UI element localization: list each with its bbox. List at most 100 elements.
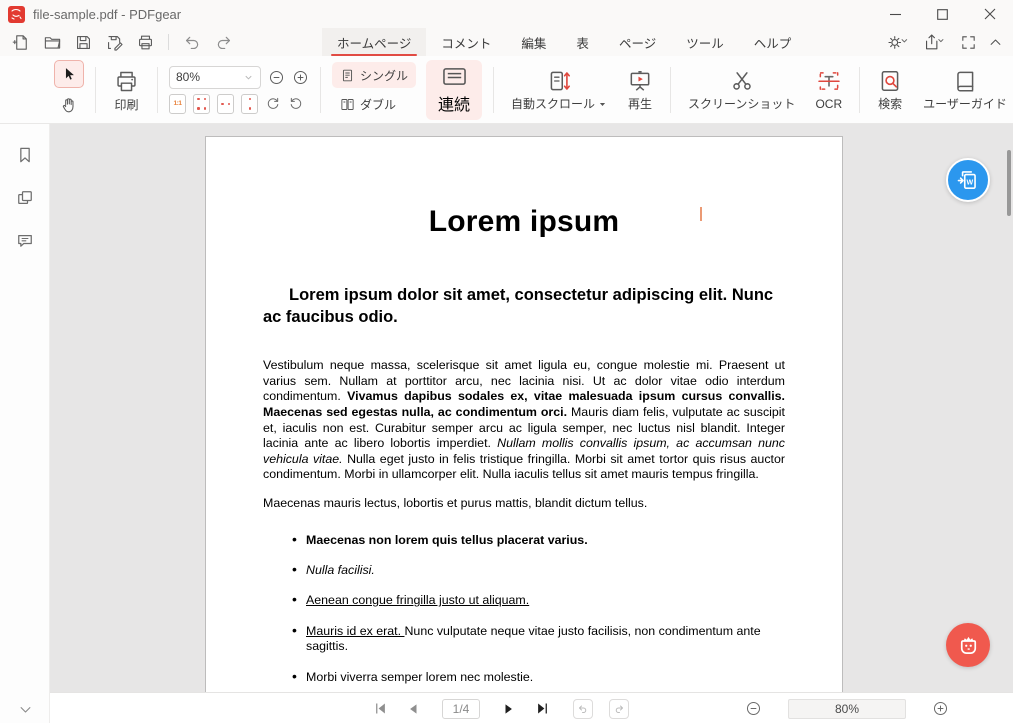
redo-button[interactable] (212, 31, 234, 53)
sidebar-collapse-button[interactable] (0, 702, 50, 717)
close-button[interactable] (966, 0, 1013, 28)
doc-subtitle: Lorem ipsum dolor sit amet, consectetur … (263, 284, 785, 328)
fullscreen-button[interactable] (958, 30, 979, 54)
tab-edit[interactable]: 編集 (506, 28, 561, 56)
convert-to-word-fab[interactable]: W (946, 158, 990, 202)
two-page-label: ダブル (360, 96, 396, 113)
bullet-item: Nulla facilisi. (263, 563, 785, 578)
previous-view-button[interactable] (573, 699, 593, 719)
divider (320, 67, 321, 113)
ocr-button[interactable]: OCR (809, 66, 848, 113)
zoom-level-value: 80% (176, 70, 200, 84)
next-view-button[interactable] (609, 699, 629, 719)
screenshot-button[interactable]: スクリーンショット (682, 66, 801, 113)
ribbon-tabs: ホームページ コメント 編集 表 ページ ツール ヘルプ (322, 28, 806, 56)
play-button[interactable]: 再生 (621, 66, 659, 113)
titlebar: file-sample.pdf - PDFgear (0, 0, 1013, 28)
doc-paragraph-1: Vestibulum neque massa, scelerisque sit … (263, 358, 785, 483)
rotate-right-button[interactable] (265, 96, 281, 112)
open-file-button[interactable] (41, 31, 63, 53)
first-page-button[interactable] (370, 698, 390, 720)
ocr-label: OCR (815, 97, 842, 111)
divider (859, 67, 860, 113)
pdf-page: Lorem ipsum Lorem ipsum dolor sit amet, … (205, 136, 843, 692)
undo-button[interactable] (181, 31, 203, 53)
zoom-in-button[interactable] (292, 69, 309, 86)
tab-tools[interactable]: ツール (671, 28, 739, 56)
divider (670, 67, 671, 113)
tab-help[interactable]: ヘルプ (739, 28, 807, 56)
toolbar: 印刷 80% 1:1 (0, 56, 1013, 124)
bottom-bar: 1/4 80% (50, 692, 1013, 723)
auto-scroll-label: 自動スクロール (511, 97, 595, 111)
comments-panel-button[interactable] (13, 229, 37, 253)
menu-row: ホームページ コメント 編集 表 ページ ツール ヘルプ (0, 28, 1013, 56)
prev-page-button[interactable] (403, 698, 423, 720)
search-button[interactable]: 検索 (871, 66, 909, 113)
last-page-button[interactable] (532, 698, 552, 720)
ai-assistant-fab[interactable] (946, 623, 990, 667)
bullet-item: Mauris id ex erat. Nunc vulputate neque … (263, 624, 785, 655)
search-label: 検索 (878, 97, 902, 111)
save-as-button[interactable] (103, 31, 125, 53)
save-button[interactable] (72, 31, 94, 53)
next-page-button[interactable] (499, 698, 519, 720)
sidebar (0, 124, 50, 723)
actual-size-button[interactable]: 1:1 (169, 94, 186, 114)
page-indicator-input[interactable]: 1/4 (442, 699, 480, 719)
divider (95, 67, 96, 113)
new-file-button[interactable] (10, 31, 32, 53)
vertical-scrollbar[interactable] (1007, 150, 1011, 216)
select-tool-button[interactable] (54, 60, 84, 88)
fit-page-button[interactable] (193, 94, 210, 114)
single-page-label: シングル (360, 67, 408, 84)
user-guide-button[interactable]: ユーザーガイド (917, 66, 1013, 113)
maximize-button[interactable] (919, 0, 966, 28)
continuous-label: 連続 (438, 91, 470, 115)
zoom-level-select[interactable]: 80% (169, 66, 261, 89)
quick-print-button[interactable] (134, 31, 156, 53)
pdfgear-window: file-sample.pdf - PDFgear (0, 0, 1013, 723)
print-label: 印刷 (114, 98, 138, 112)
theme-button[interactable] (884, 30, 914, 54)
tab-page[interactable]: ページ (604, 28, 671, 56)
bottom-zoom-out-button[interactable] (745, 700, 762, 717)
zoom-out-button[interactable] (268, 69, 285, 86)
window-title: file-sample.pdf - PDFgear (33, 7, 181, 22)
tab-comment[interactable]: コメント (426, 28, 506, 56)
bottom-zoom-value[interactable]: 80% (788, 699, 906, 719)
text-cursor-mark (700, 207, 702, 221)
screenshot-label: スクリーンショット (688, 97, 795, 111)
bullet-item: Aenean congue fringilla justo ut aliquam… (263, 593, 785, 608)
auto-scroll-button[interactable]: 自動スクロール (505, 66, 613, 113)
bottom-zoom-in-button[interactable] (932, 700, 949, 717)
continuous-button[interactable]: 連続 (426, 60, 482, 120)
doc-paragraph-2: Maecenas mauris lectus, lobortis et puru… (263, 496, 785, 512)
rotate-left-button[interactable] (288, 96, 304, 112)
two-page-button[interactable]: ダブル (332, 91, 416, 117)
document-area[interactable]: Lorem ipsum Lorem ipsum dolor sit amet, … (50, 124, 1013, 692)
print-button[interactable]: 印刷 (107, 66, 146, 114)
fit-height-button[interactable] (241, 94, 258, 114)
bullet-item: Morbi viverra semper lorem nec molestie. (263, 670, 785, 685)
app-logo-icon (8, 6, 25, 23)
doc-bullet-list: Maecenas non lorem quis tellus placerat … (263, 533, 785, 685)
doc-title: Lorem ipsum (206, 205, 842, 239)
single-page-button[interactable]: シングル (332, 62, 416, 88)
fit-width-button[interactable] (217, 94, 234, 114)
divider (493, 67, 494, 113)
share-button[interactable] (921, 30, 951, 54)
page-thumbnails-panel-button[interactable] (13, 186, 37, 210)
hand-tool-button[interactable] (54, 91, 84, 119)
play-label: 再生 (628, 97, 652, 111)
svg-text:W: W (967, 180, 974, 187)
bullet-item: Maecenas non lorem quis tellus placerat … (263, 533, 785, 548)
minimize-button[interactable] (872, 0, 919, 28)
collapse-ribbon-button[interactable] (986, 30, 1005, 54)
bookmarks-panel-button[interactable] (13, 143, 37, 167)
tab-home[interactable]: ホームページ (322, 28, 426, 56)
user-guide-label: ユーザーガイド (923, 97, 1007, 111)
tab-table[interactable]: 表 (561, 28, 604, 56)
divider (168, 34, 169, 50)
divider (157, 67, 158, 113)
